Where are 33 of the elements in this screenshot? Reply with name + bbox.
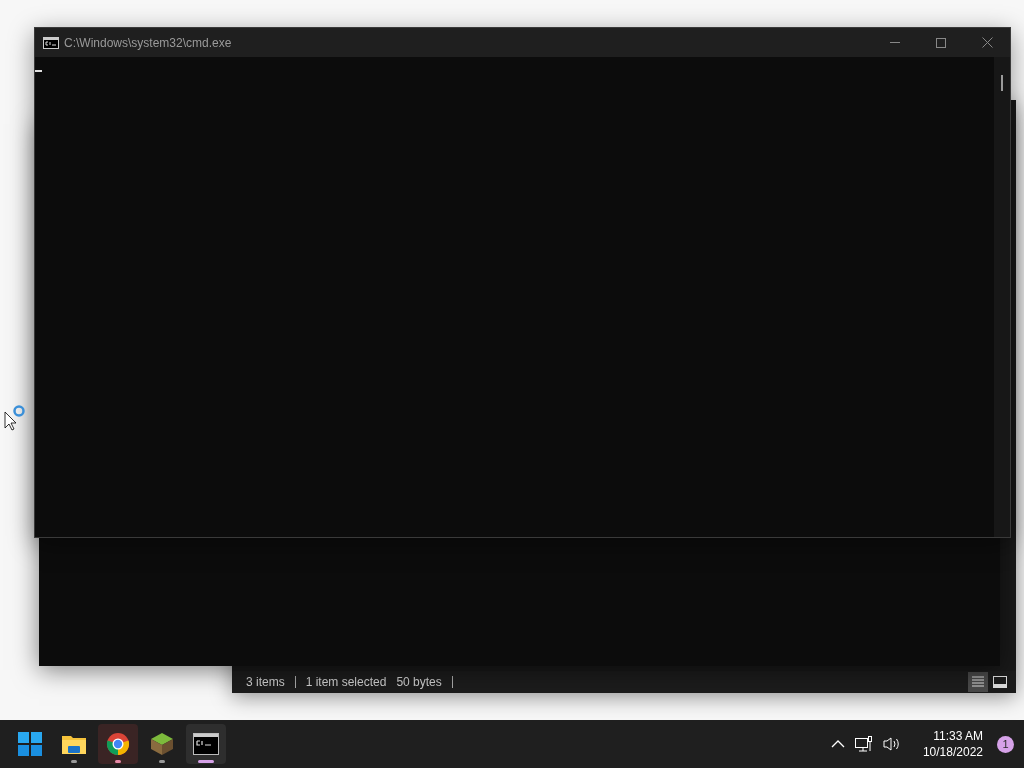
file-size: 50 bytes (396, 674, 442, 691)
speaker-icon[interactable] (882, 736, 901, 752)
clock-date: 10/18/2022 (922, 744, 983, 760)
scroll-bar[interactable] (994, 57, 1010, 537)
running-indicator (159, 760, 165, 763)
browser-icon (106, 732, 130, 756)
clock[interactable]: 11:33 AM 10/18/2022 (922, 728, 983, 760)
clock-time: 11:33 AM (933, 728, 983, 744)
close-icon (981, 37, 993, 48)
taskbar-app-button[interactable] (98, 724, 138, 764)
chevron-up-icon[interactable] (830, 740, 845, 748)
terminal-icon (193, 733, 219, 755)
details-view-button[interactable] (968, 672, 988, 692)
notification-badge[interactable]: 1 (997, 735, 1014, 753)
busy-pointer-icon (4, 404, 26, 431)
preview-pane-icon (993, 676, 1007, 688)
running-indicator (71, 760, 77, 763)
network-icon[interactable] (854, 736, 873, 752)
selection-info: 1 item selected (305, 674, 387, 691)
list-icon (971, 676, 985, 688)
scroll-thumb[interactable] (1001, 75, 1003, 91)
item-count: 3 items (246, 674, 285, 691)
text-cursor (35, 70, 42, 72)
window-title: C:\Windows\system32\cmd.exe (64, 34, 232, 52)
running-indicator (115, 760, 121, 763)
console-icon (43, 36, 59, 49)
running-indicator (198, 760, 214, 763)
cube-icon (150, 732, 174, 756)
taskbar-app-button[interactable] (186, 724, 226, 764)
windows-logo-icon (18, 732, 42, 756)
maximize-icon (936, 37, 946, 48)
folder-icon (61, 733, 87, 755)
minimize-icon (890, 42, 900, 43)
